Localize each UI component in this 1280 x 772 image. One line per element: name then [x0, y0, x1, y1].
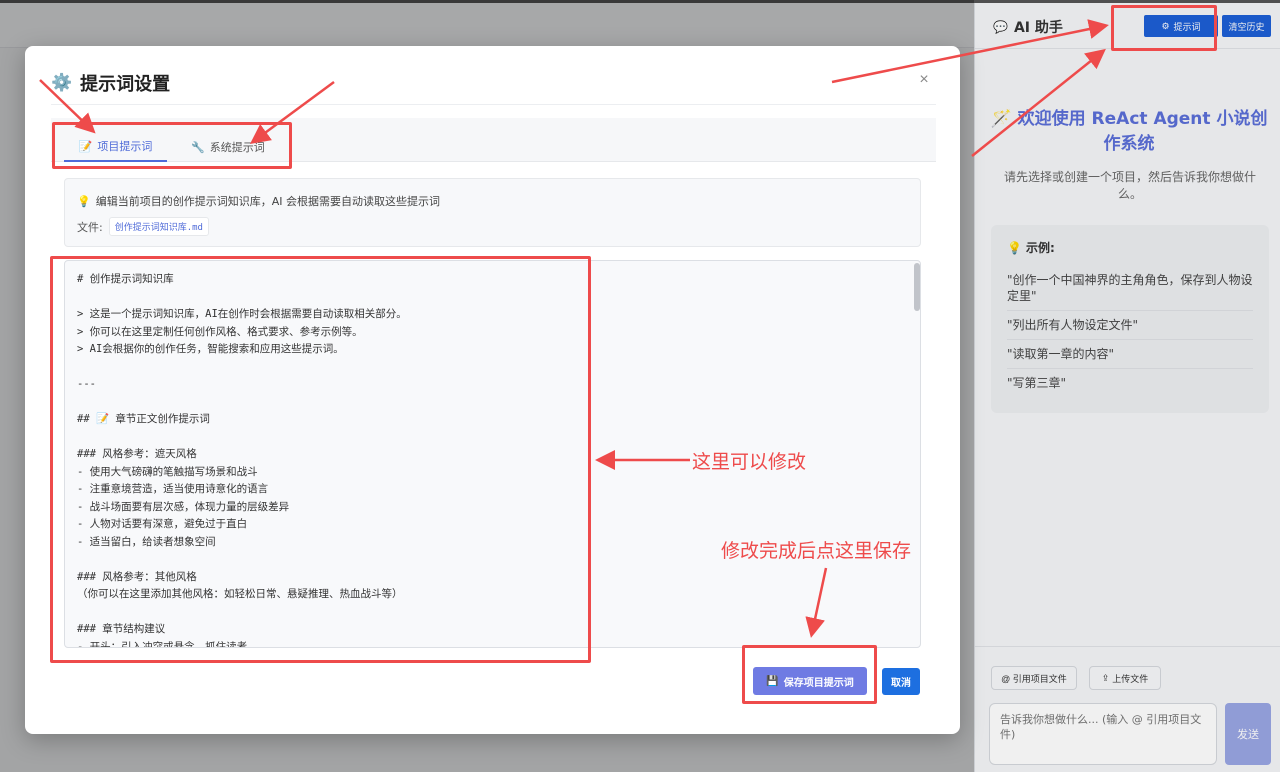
cancel-button[interactable]: 取消 [882, 668, 920, 695]
editor-line: - 注重意境营造，适当使用诗意化的语言 [77, 483, 269, 495]
welcome-title-text: 欢迎使用 ReAct Agent 小说创作系统 [1017, 109, 1268, 154]
editor-line: （你可以在这里添加其他风格：如轻松日常、悬疑推理、热血战斗等） [77, 588, 403, 600]
memo-icon: 📝 [78, 139, 93, 153]
close-button[interactable]: × [915, 71, 933, 89]
example-item[interactable]: "创作一个中国神界的主角角色，保存到人物设定里" [1007, 266, 1253, 311]
prompt-settings-label: 提示词 [1173, 21, 1201, 32]
lightbulb-icon: 💡 [1007, 240, 1022, 255]
prompt-settings-button[interactable]: ⚙ 提示词 [1144, 15, 1218, 37]
welcome-title: 🪄 欢迎使用 ReAct Agent 小说创作系统 [989, 107, 1269, 157]
example-item[interactable]: "读取第一章的内容" [1007, 340, 1253, 369]
info-box: 💡 编辑当前项目的创作提示词知识库，AI 会根据需要自动读取这些提示词 文件: … [64, 178, 921, 247]
examples-title-text: 示例: [1025, 241, 1055, 255]
sparkle-icon: 🪄 [990, 109, 1012, 129]
annotation-edit-here: 这里可以修改 [692, 451, 807, 473]
floppy-disk-icon: 💾 [766, 675, 779, 687]
annotation-save-here: 修改完成后点这里保存 [721, 540, 912, 562]
wrench-icon: 🔧 [191, 140, 205, 154]
lightbulb-icon: 💡 [77, 194, 91, 208]
ai-panel-title: 💬 AI 助手 [993, 17, 1063, 37]
chat-input-area: @ 引用项目文件 ⇪ 上传文件 发送 [975, 646, 1280, 772]
tab-project-label: 项目提示词 [97, 140, 153, 153]
reference-file-button[interactable]: @ 引用项目文件 [991, 666, 1077, 690]
file-name: 创作提示词知识库.md [108, 217, 209, 236]
gear-icon: ⚙ [1161, 20, 1170, 31]
editor-line: > AI会根据你的创作任务，智能搜索和应用这些提示词。 [77, 343, 344, 355]
ai-assistant-panel: 💬 AI 助手 ⚙ 提示词 清空历史 🪄 欢迎使用 ReAct Agent 小说… [974, 3, 1280, 772]
info-text: 编辑当前项目的创作提示词知识库，AI 会根据需要自动读取这些提示词 [95, 195, 440, 208]
upload-file-button[interactable]: ⇪ 上传文件 [1089, 666, 1161, 690]
editor-line: ### 风格参考：其他风格 [77, 570, 197, 583]
editor-line: - 开头：引入冲突或悬念，抓住读者 [77, 640, 248, 648]
file-label: 文件: [77, 220, 103, 234]
editor-line: > 这是一个提示词知识库，AI在创作时会根据需要自动读取相关部分。 [77, 308, 407, 320]
editor-scrollbar[interactable] [914, 263, 920, 645]
tab-system-prompt[interactable]: 🔧 系统提示词 [181, 132, 277, 162]
editor-line: - 人物对话要有深意，避免过于直白 [77, 518, 248, 530]
info-line: 💡 编辑当前项目的创作提示词知识库，AI 会根据需要自动读取这些提示词 [77, 193, 908, 209]
tab-project-prompt[interactable]: 📝 项目提示词 [64, 132, 167, 162]
prompt-settings-modal: ⚙️ 提示词设置 × 📝 项目提示词 🔧 系统提示词 💡 编辑当前项目的创作提示… [25, 46, 960, 734]
modal-title-text: 提示词设置 [80, 74, 171, 95]
examples-box: 💡 示例: "创作一个中国神界的主角角色，保存到人物设定里" "列出所有人物设定… [991, 225, 1269, 413]
chat-input[interactable] [989, 703, 1217, 765]
example-item[interactable]: "列出所有人物设定文件" [1007, 311, 1253, 340]
file-line: 文件: 创作提示词知识库.md [77, 217, 908, 236]
prompt-tabs: 📝 项目提示词 🔧 系统提示词 [51, 118, 936, 162]
editor-scroll-thumb[interactable] [914, 263, 920, 311]
editor-line: > 你可以在这里定制任何创作风格、格式要求、参考示例等。 [77, 325, 363, 338]
upload-file-label: 上传文件 [1112, 673, 1149, 684]
ai-panel-title-text: AI 助手 [1013, 20, 1063, 36]
gear-icon: ⚙️ [51, 73, 73, 93]
editor-line: ## 📝 章节正文创作提示词 [77, 413, 210, 425]
editor-line: --- [77, 378, 96, 390]
speech-bubble-icon: 💬 [993, 20, 1008, 34]
send-button[interactable]: 发送 [1225, 703, 1271, 765]
example-item[interactable]: "写第三章" [1007, 369, 1253, 397]
upload-icon: ⇪ [1101, 672, 1110, 683]
ai-panel-header: 💬 AI 助手 ⚙ 提示词 清空历史 [975, 3, 1280, 49]
editor-line: # 创作提示词知识库 [77, 273, 174, 285]
examples-title: 💡 示例: [1007, 239, 1253, 256]
tab-system-label: 系统提示词 [209, 141, 265, 154]
save-project-prompt-button[interactable]: 💾 保存项目提示词 [753, 667, 867, 695]
save-button-label: 保存项目提示词 [783, 677, 854, 689]
editor-line: - 战斗场面要有层次感，体现力量的层级差异 [77, 500, 290, 513]
clear-history-button[interactable]: 清空历史 [1222, 15, 1271, 37]
editor-line: ### 章节结构建议 [77, 623, 166, 635]
welcome-subtitle: 请先选择或创建一个项目，然后告诉我你想做什么。 [1003, 170, 1256, 201]
modal-title: ⚙️ 提示词设置 [51, 70, 170, 96]
title-divider [51, 104, 936, 105]
